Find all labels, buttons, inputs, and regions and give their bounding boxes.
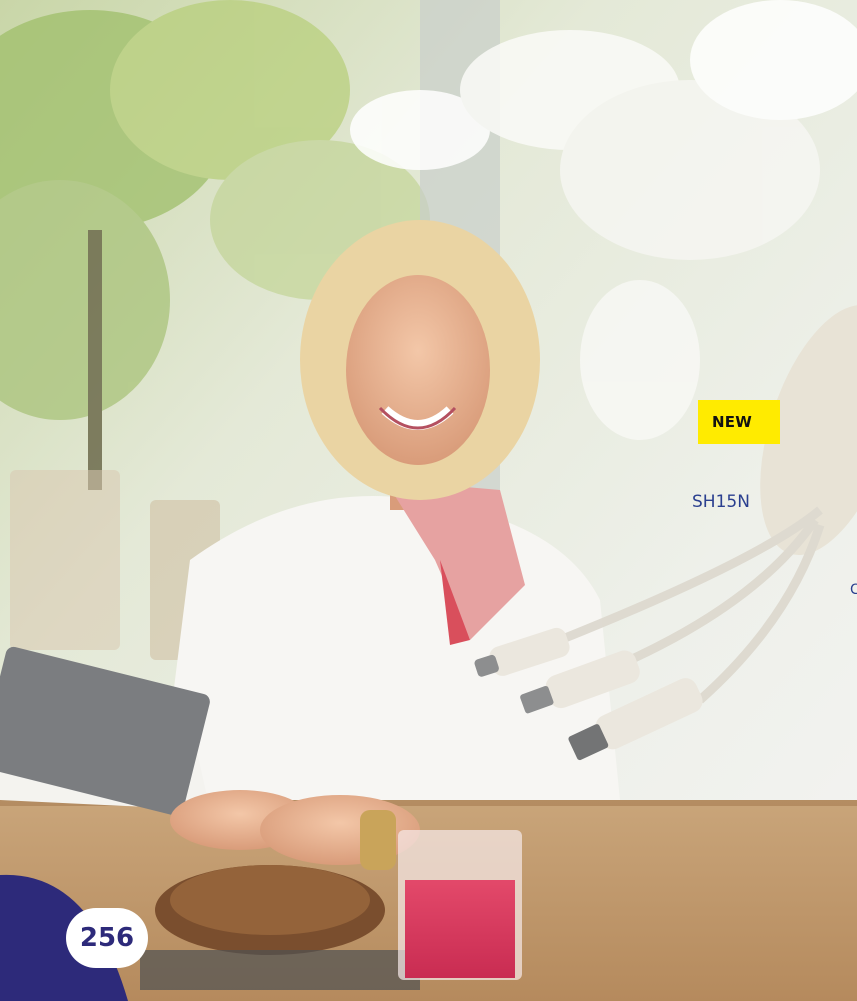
page-number: 256 (66, 908, 148, 968)
product-code: SH15N (692, 492, 750, 512)
cropped-text: C (850, 582, 857, 598)
new-badge: NEW (698, 400, 780, 444)
